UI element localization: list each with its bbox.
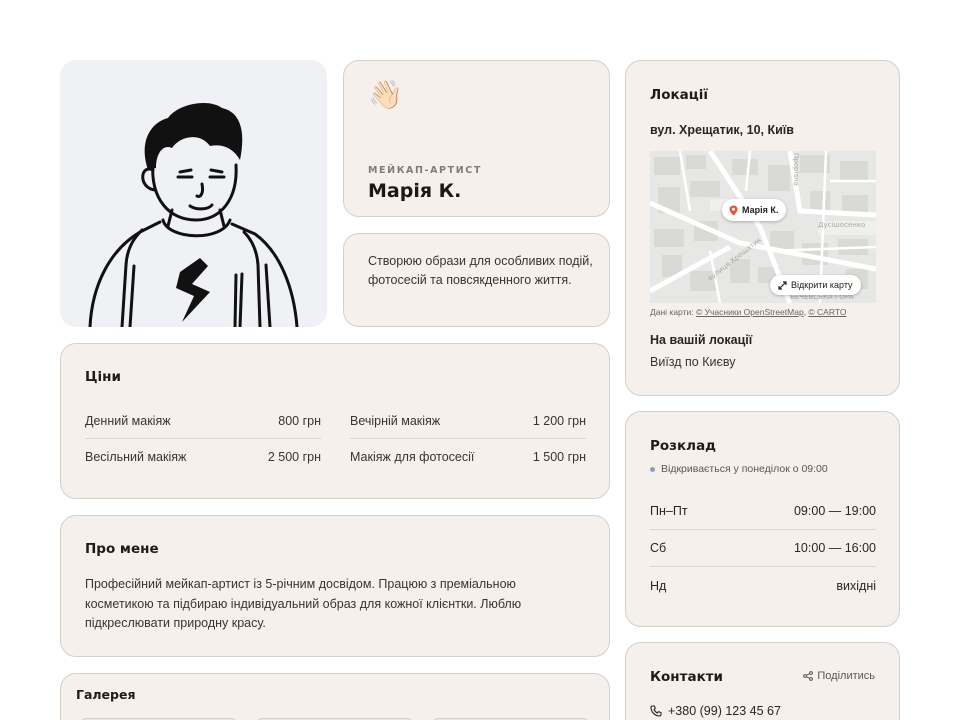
contacts-title: Контакти <box>650 669 724 685</box>
waving-hand-icon: 👋🏻 <box>368 79 403 110</box>
status-dot <box>650 466 655 472</box>
phone-link[interactable]: +380 (99) 123 45 67 <box>650 704 781 718</box>
schedule-title: Розклад <box>650 438 717 454</box>
about-title: Про мене <box>85 541 159 557</box>
at-your-location-text: Виїзд по Києву <box>650 355 736 369</box>
schedule-status: Відкривається у понеділок о 09:00 <box>650 463 828 475</box>
share-label: Поділитись <box>817 670 875 682</box>
map-pin-label[interactable]: Марія К. <box>722 199 787 221</box>
profile-name: Марія К. <box>368 180 462 202</box>
schedule-hours: 10:00 — 16:00 <box>793 541 876 555</box>
schedule-card: Розклад Відкривається у понеділок о 09:0… <box>625 411 900 627</box>
location-address: вул. Хрещатик, 10, Київ <box>650 123 794 137</box>
schedule-row: Пн–Пт 09:00 — 19:00 <box>650 493 876 530</box>
open-map-label: Відкрити карту <box>791 280 853 290</box>
locations-title: Локації <box>650 87 709 103</box>
prices-title: Ціни <box>85 369 121 385</box>
share-icon <box>803 671 814 681</box>
price-item-price: 1 500 грн <box>532 450 586 464</box>
price-item-price: 2 500 грн <box>267 450 321 464</box>
profile-name-card: 👋🏻 мейкап-артист Марія К. <box>343 60 610 217</box>
open-map-button[interactable]: Відкрити карту <box>770 275 861 295</box>
map[interactable]: вулиця Хрещатик Дусішосенко БЕЧЕВСЬКА ГО… <box>650 151 876 303</box>
price-item: Макіяж для фотосесії 1 500 грн <box>350 439 586 475</box>
schedule-row: Сб 10:00 — 16:00 <box>650 530 876 567</box>
hair <box>144 103 243 170</box>
contacts-card: Контакти Поділитись +380 (99) 123 45 67 <box>625 642 900 720</box>
price-item-price: 800 грн <box>278 413 321 428</box>
phone-icon <box>650 705 662 717</box>
map-pin-text: Марія К. <box>742 205 779 215</box>
price-item-price: 1 200 грн <box>532 413 586 428</box>
phone-number: +380 (99) 123 45 67 <box>668 704 781 718</box>
map-pin-icon <box>729 205 738 215</box>
profile-role: мейкап-артист <box>368 165 482 176</box>
schedule-status-text: Відкривається у понеділок о 09:00 <box>661 463 828 475</box>
share-button[interactable]: Поділитись <box>803 670 875 682</box>
price-item-name: Макіяж для фотосесії <box>350 450 475 464</box>
map-attribution-prefix: Дані карти: <box>650 307 696 317</box>
gallery-card: Галерея <box>60 673 610 720</box>
profile-tagline: Створюю образи для особливих подій, фото… <box>368 254 593 287</box>
carto-link[interactable]: © CARTO <box>808 307 846 317</box>
price-item: Вечірній макіяж 1 200 грн <box>350 403 586 439</box>
price-item-name: Денний макіяж <box>85 413 171 428</box>
schedule-day: Сб <box>650 541 667 555</box>
schedule-row: Нд вихідні <box>650 567 876 604</box>
about-card: Про мене Професійний мейкап-артист із 5-… <box>60 515 610 657</box>
expand-icon <box>778 280 787 290</box>
at-your-location-title: На вашій локації <box>650 333 753 347</box>
price-item: Денний макіяж 800 грн <box>85 403 321 439</box>
schedule-hours: 09:00 — 19:00 <box>793 504 876 518</box>
price-item-name: Весільний макіяж <box>85 450 187 464</box>
schedule-day: Пн–Пт <box>650 504 688 518</box>
lightning-graphic <box>176 258 210 322</box>
map-street-label: Прорізна <box>792 153 800 186</box>
map-street-label: Дусішосенко <box>818 221 865 229</box>
prices-card: Ціни Денний макіяж 800 грн Вечірній макі… <box>60 343 610 499</box>
price-item-name: Вечірній макіяж <box>350 413 441 428</box>
price-item: Весільний макіяж 2 500 грн <box>85 439 321 475</box>
schedule-day: Нд <box>650 578 667 593</box>
person-illustration <box>88 103 299 327</box>
osm-link[interactable]: © Учасники OpenStreetMap <box>696 307 804 317</box>
about-text: Професійний мейкап-артист із 5-річним до… <box>85 577 522 630</box>
gallery-title: Галерея <box>76 687 136 702</box>
tagline-card: Створюю образи для особливих подій, фото… <box>343 233 610 327</box>
schedule-hours: вихідні <box>836 578 876 593</box>
avatar <box>60 60 327 327</box>
locations-card: Локації вул. Хрещатик, 10, Київ вулиця Х… <box>625 60 900 396</box>
map-attribution: Дані карти: © Учасники OpenStreetMap, © … <box>650 307 847 317</box>
